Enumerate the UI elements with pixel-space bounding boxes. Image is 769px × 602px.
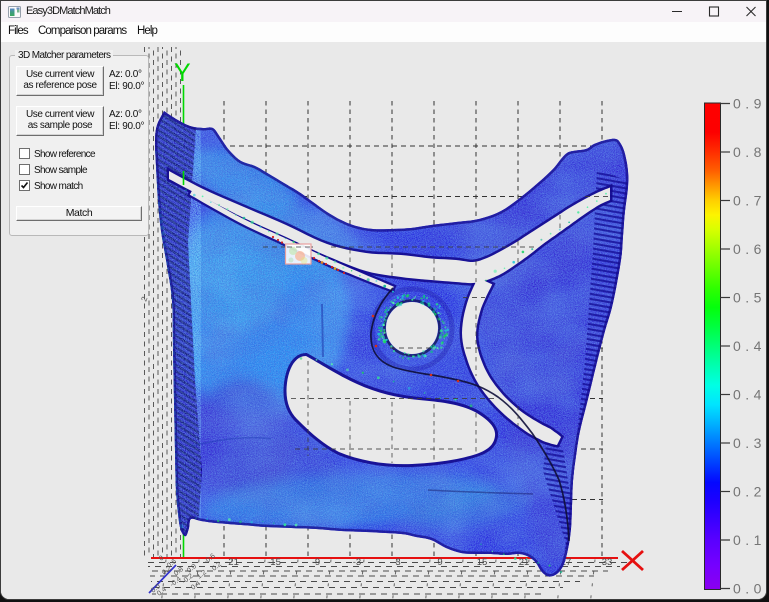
svg-text:0.9: 0.9 — [733, 96, 766, 112]
svg-text:0.1: 0.1 — [733, 532, 766, 548]
svg-text:-3: -3 — [353, 557, 361, 568]
svg-text:-15: -15 — [267, 557, 281, 568]
svg-text:0.4: 0.4 — [733, 338, 766, 354]
svg-text:0.6: 0.6 — [733, 241, 766, 257]
svg-text:0.3: 0.3 — [733, 435, 766, 451]
svg-text:0.4: 0.4 — [733, 387, 766, 403]
svg-text:15: 15 — [477, 557, 488, 568]
svg-text:Y: Y — [174, 59, 191, 87]
svg-text:33: 33 — [602, 557, 613, 568]
svg-text:-9: -9 — [312, 557, 320, 568]
svg-text:-0.4: -0.4 — [169, 576, 183, 589]
svg-text:0.0: 0.0 — [186, 563, 198, 575]
svg-text:0.5: 0.5 — [733, 290, 766, 306]
svg-text:3: 3 — [395, 557, 400, 568]
svg-text:0.0: 0.0 — [733, 581, 766, 597]
svg-text:21: 21 — [519, 557, 530, 568]
svg-text:9: 9 — [437, 557, 442, 568]
svg-text:0.7: 0.7 — [733, 193, 766, 209]
svg-text:0.2: 0.2 — [733, 484, 766, 500]
svg-text:0.8: 0.8 — [733, 144, 766, 160]
svg-text:-21: -21 — [225, 557, 239, 568]
